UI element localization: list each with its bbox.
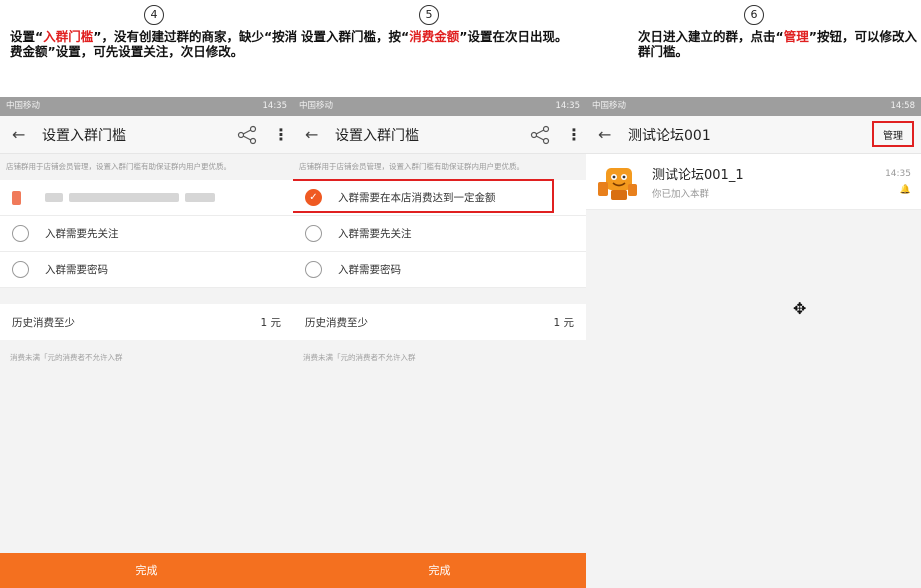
back-arrow-icon[interactable]: ← (305, 125, 327, 144)
step-4-header: 4 设置“入群门槛”，没有创建过群的商家，缺少“按消费金额”设置，可先设置关注，… (0, 0, 307, 97)
share-icon[interactable] (235, 125, 259, 145)
radio-unchecked[interactable] (305, 261, 322, 278)
status-bar: 中国移动 14:58 (586, 97, 921, 116)
move-cursor-icon: ✥ (793, 299, 807, 318)
phone-screen-step-4: 中国移动 14:35 ← 设置入群门槛 ⋮ 店铺群用于店铺会员管理，设置入群门槛… (0, 97, 293, 588)
option-password[interactable]: 入群需要密码 (0, 252, 293, 288)
share-icon[interactable] (528, 125, 552, 145)
option-label: 入群需要先关注 (338, 228, 412, 240)
more-menu-icon[interactable]: ⋮ (273, 125, 289, 144)
blurred-option (12, 190, 215, 205)
chat-main: 测试论坛001_1 你已加入本群 (652, 164, 885, 200)
status-bar: 中国移动 14:35 (0, 97, 293, 116)
radio-unchecked[interactable] (12, 261, 29, 278)
history-spend-row[interactable]: 历史消费至少 1 元 (293, 304, 586, 340)
option-spend-blurred[interactable] (0, 180, 293, 216)
app-bar: ← 设置入群门槛 ⋮ (0, 116, 293, 154)
chat-list-item[interactable]: 测试论坛001_1 你已加入本群 14:35 🔔 (586, 154, 921, 210)
description-text: 店铺群用于店铺会员管理，设置入群门槛有助保证群内用户更优质。 (299, 162, 524, 171)
back-arrow-icon[interactable]: ← (12, 125, 34, 144)
option-password[interactable]: 入群需要密码 (293, 252, 586, 288)
mute-bell-icon: 🔔 (899, 184, 911, 195)
step-5-header: 5 设置入群门槛，按“消费金额”设置在次日出现。 (293, 0, 600, 97)
blurred-radio (12, 190, 21, 205)
page-title: 设置入群门槛 (42, 127, 126, 144)
hint-text: 消费未满「元的消费者不允许入群 (10, 353, 123, 362)
more-menu-icon[interactable]: ⋮ (566, 125, 582, 144)
history-value: 1 元 (553, 316, 574, 329)
step-number: 4 (144, 5, 164, 25)
description-text: 店铺群用于店铺会员管理，设置入群门槛有助保证群内用户更优质。 (6, 162, 231, 171)
option-label: 入群需要密码 (45, 264, 108, 276)
done-button[interactable]: 完成 (293, 553, 586, 588)
step-6-header: 6 次日进入建立的群，点击“管理”按钮，可以修改入群门槛。 (586, 0, 921, 97)
step-number: 5 (419, 5, 439, 25)
carrier-label: 中国移动 (592, 101, 627, 111)
app-bar: ← 测试论坛001 管理 (586, 116, 921, 154)
group-avatar (598, 167, 637, 200)
phone-screen-step-5: 中国移动 14:35 ← 设置入群门槛 ⋮ 店铺群用于店铺会员管理，设置入群门槛… (293, 97, 586, 588)
phone-screen-step-6: 中国移动 14:58 ← 测试论坛001 管理 测试论坛001_1 你已加入本群… (586, 97, 921, 588)
chat-time: 14:35 (885, 168, 911, 179)
radio-unchecked[interactable] (305, 225, 322, 242)
highlight-box (872, 121, 914, 147)
history-value: 1 元 (260, 316, 281, 329)
blurred-text (69, 193, 179, 202)
status-bar: 中国移动 14:35 (293, 97, 586, 116)
chat-name: 测试论坛001_1 (652, 167, 744, 183)
chat-meta: 14:35 🔔 (885, 169, 911, 195)
step-caption: 设置入群门槛，按“消费金额”设置在次日出现。 (301, 29, 568, 44)
clock: 14:35 (262, 101, 288, 111)
history-label: 历史消费至少 (305, 316, 368, 329)
highlight-box (293, 179, 554, 213)
option-follow[interactable]: 入群需要先关注 (293, 216, 586, 252)
clock: 14:58 (890, 101, 916, 111)
back-arrow-icon[interactable]: ← (598, 125, 620, 144)
history-spend-row[interactable]: 历史消费至少 1 元 (0, 304, 293, 340)
carrier-label: 中国移动 (299, 101, 334, 111)
clock: 14:35 (555, 101, 581, 111)
chat-title: 测试论坛001 (628, 127, 711, 144)
option-follow[interactable]: 入群需要先关注 (0, 216, 293, 252)
tutorial-canvas: 4 设置“入群门槛”，没有创建过群的商家，缺少“按消费金额”设置，可先设置关注，… (0, 0, 921, 588)
hint-text: 消费未满「元的消费者不允许入群 (303, 353, 416, 362)
done-button[interactable]: 完成 (0, 553, 293, 588)
chat-preview: 你已加入本群 (652, 188, 710, 200)
step-number: 6 (744, 5, 764, 25)
step-caption: 设置“入群门槛”，没有创建过群的商家，缺少“按消费金额”设置，可先设置关注，次日… (10, 29, 298, 59)
step-caption: 次日进入建立的群，点击“管理”按钮，可以修改入群门槛。 (638, 29, 917, 59)
option-label: 入群需要先关注 (45, 228, 119, 240)
page-title: 设置入群门槛 (335, 127, 419, 144)
option-label: 入群需要密码 (338, 264, 401, 276)
radio-unchecked[interactable] (12, 225, 29, 242)
blurred-text (45, 193, 63, 202)
carrier-label: 中国移动 (6, 101, 41, 111)
history-label: 历史消费至少 (12, 316, 75, 329)
app-bar: ← 设置入群门槛 ⋮ (293, 116, 586, 154)
blurred-text (185, 193, 215, 202)
